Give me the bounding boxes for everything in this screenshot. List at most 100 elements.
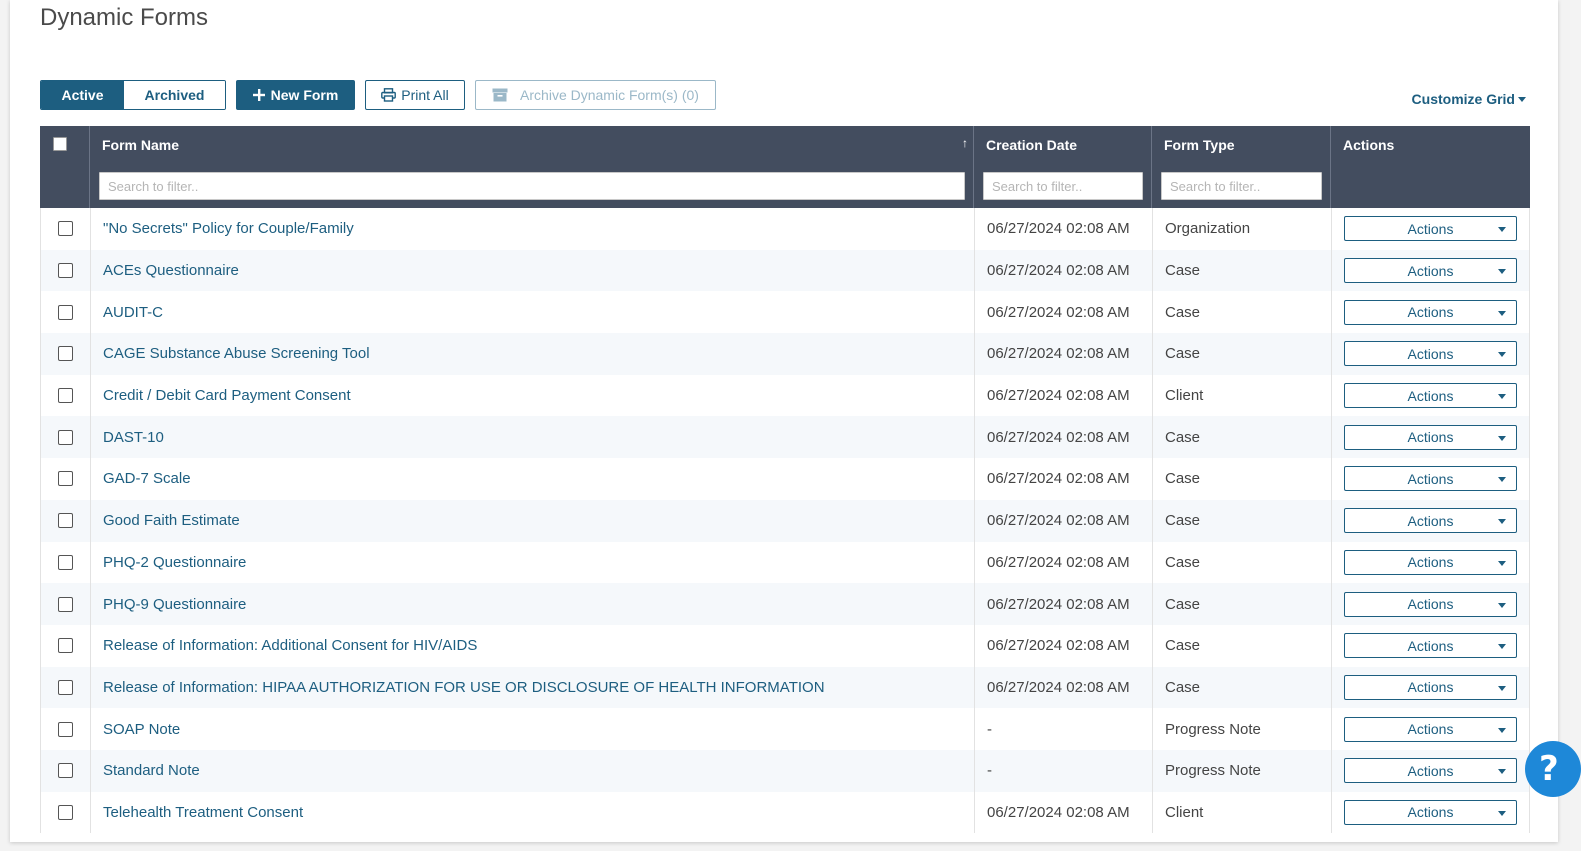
table-row: Release of Information: HIPAA AUTHORIZAT…	[40, 666, 1530, 709]
caret-down-icon	[1498, 310, 1506, 316]
form-name-link[interactable]: "No Secrets" Policy for Couple/Family	[103, 220, 354, 237]
header-form-name: Form Name ↑	[90, 126, 974, 208]
form-name-cell: GAD-7 Scale	[91, 458, 975, 500]
archive-forms-button[interactable]: Archive Dynamic Form(s) (0)	[475, 80, 716, 110]
form-type-cell: Progress Note	[1153, 749, 1332, 792]
grid-body: "No Secrets" Policy for Couple/Family 06/…	[40, 208, 1531, 834]
actions-dropdown-button[interactable]: Actions	[1344, 424, 1517, 450]
form-type-header[interactable]: Form Type	[1164, 137, 1235, 153]
actions-dropdown-button[interactable]: Actions	[1344, 591, 1517, 617]
row-checkbox[interactable]	[58, 221, 73, 237]
actions-dropdown-button[interactable]: Actions	[1344, 508, 1517, 534]
form-name-cell: PHQ-2 Questionnaire	[91, 541, 975, 584]
table-row: PHQ-9 Questionnaire 06/27/2024 02:08 AM Ca…	[40, 583, 1530, 625]
row-checkbox[interactable]	[58, 638, 73, 654]
row-select-cell	[41, 583, 91, 625]
row-checkbox[interactable]	[58, 804, 73, 820]
form-name-link[interactable]: Release of Information: Additional Conse…	[103, 637, 477, 654]
creation-date-header[interactable]: Creation Date	[986, 137, 1077, 153]
form-name-link[interactable]: Standard Note	[103, 762, 200, 779]
actions-dropdown-button[interactable]: Actions	[1344, 341, 1517, 367]
row-select-cell	[41, 666, 91, 709]
actions-dropdown-button[interactable]: Actions	[1344, 466, 1517, 492]
new-form-label: New Form	[270, 87, 339, 103]
form-name-link[interactable]: Credit / Debit Card Payment Consent	[103, 387, 351, 404]
actions-label: Actions	[1407, 554, 1454, 571]
customize-grid-label: Customize Grid	[1411, 91, 1515, 107]
form-name-link[interactable]: ACEs Questionnaire	[103, 262, 239, 279]
row-checkbox[interactable]	[58, 388, 73, 404]
row-checkbox[interactable]	[58, 471, 73, 487]
grid-header: Form Name ↑ Creation Date Form Type Acti…	[40, 126, 1530, 208]
form-name-link[interactable]: PHQ-9 Questionnaire	[103, 596, 246, 613]
form-name-link[interactable]: AUDIT-C	[103, 304, 163, 321]
row-select-cell	[41, 208, 91, 250]
form-name-link[interactable]: SOAP Note	[103, 721, 180, 738]
actions-dropdown-button[interactable]: Actions	[1344, 299, 1517, 325]
select-all-checkbox[interactable]	[53, 137, 67, 151]
actions-cell: Actions	[1332, 416, 1531, 458]
form-type-cell: Client	[1153, 791, 1332, 834]
actions-dropdown-button[interactable]: Actions	[1344, 799, 1517, 825]
form-type-cell: Case	[1153, 666, 1332, 709]
form-name-header[interactable]: Form Name	[102, 137, 179, 153]
actions-label: Actions	[1407, 596, 1454, 613]
actions-cell: Actions	[1332, 625, 1531, 667]
form-name-link[interactable]: Telehealth Treatment Consent	[103, 804, 303, 821]
row-checkbox[interactable]	[58, 679, 73, 695]
form-name-link[interactable]: Good Faith Estimate	[103, 512, 240, 529]
form-name-link[interactable]: PHQ-2 Questionnaire	[103, 554, 246, 571]
creation-date-filter-input[interactable]	[983, 172, 1143, 200]
actions-dropdown-button[interactable]: Actions	[1344, 216, 1517, 242]
form-type-cell: Case	[1153, 249, 1332, 292]
actions-dropdown-button[interactable]: Actions	[1344, 633, 1517, 659]
form-name-link[interactable]: CAGE Substance Abuse Screening Tool	[103, 345, 370, 362]
form-name-link[interactable]: Release of Information: HIPAA AUTHORIZAT…	[103, 679, 825, 696]
form-type-cell: Case	[1153, 333, 1332, 375]
row-checkbox[interactable]	[58, 513, 73, 529]
form-name-filter-input[interactable]	[99, 172, 965, 200]
status-toggle: Active Archived	[40, 80, 226, 110]
actions-dropdown-button[interactable]: Actions	[1344, 258, 1517, 284]
creation-date-cell: 06/27/2024 02:08 AM	[975, 666, 1153, 709]
print-all-button[interactable]: Print All	[365, 80, 465, 110]
row-select-cell	[41, 291, 91, 334]
form-name-cell: SOAP Note	[91, 708, 975, 750]
row-checkbox[interactable]	[58, 763, 73, 779]
row-checkbox[interactable]	[58, 554, 73, 570]
tab-active[interactable]: Active	[41, 81, 124, 109]
row-select-cell	[41, 374, 91, 417]
actions-dropdown-button[interactable]: Actions	[1344, 674, 1517, 700]
row-select-cell	[41, 249, 91, 292]
row-checkbox[interactable]	[58, 263, 73, 279]
creation-date-cell: 06/27/2024 02:08 AM	[975, 291, 1153, 334]
actions-dropdown-button[interactable]: Actions	[1344, 716, 1517, 742]
actions-dropdown-button[interactable]: Actions	[1344, 758, 1517, 784]
sort-ascending-icon[interactable]: ↑	[962, 136, 968, 150]
form-type-cell: Case	[1153, 499, 1332, 542]
help-button[interactable]: ?	[1525, 741, 1581, 797]
tab-archived[interactable]: Archived	[124, 81, 225, 109]
form-name-link[interactable]: DAST-10	[103, 429, 164, 446]
form-name-link[interactable]: GAD-7 Scale	[103, 470, 191, 487]
new-form-button[interactable]: New Form	[236, 80, 355, 110]
form-name-cell: "No Secrets" Policy for Couple/Family	[91, 208, 975, 250]
caret-down-icon	[1498, 394, 1506, 400]
main-panel: Dynamic Forms Active Archived New Form P…	[10, 0, 1558, 842]
row-select-cell	[41, 541, 91, 584]
row-checkbox[interactable]	[58, 346, 73, 362]
row-select-cell	[41, 624, 91, 667]
actions-label: Actions	[1407, 512, 1454, 529]
row-checkbox[interactable]	[58, 596, 73, 612]
actions-dropdown-button[interactable]: Actions	[1344, 383, 1517, 409]
row-checkbox[interactable]	[58, 429, 73, 445]
actions-label: Actions	[1407, 470, 1454, 487]
actions-cell: Actions	[1332, 291, 1531, 333]
actions-cell: Actions	[1332, 500, 1531, 542]
form-type-filter-input[interactable]	[1161, 172, 1322, 200]
row-checkbox[interactable]	[58, 721, 73, 737]
form-name-cell: Credit / Debit Card Payment Consent	[91, 374, 975, 417]
row-checkbox[interactable]	[58, 304, 73, 320]
customize-grid-link[interactable]: Customize Grid	[1412, 91, 1526, 107]
actions-dropdown-button[interactable]: Actions	[1344, 549, 1517, 575]
